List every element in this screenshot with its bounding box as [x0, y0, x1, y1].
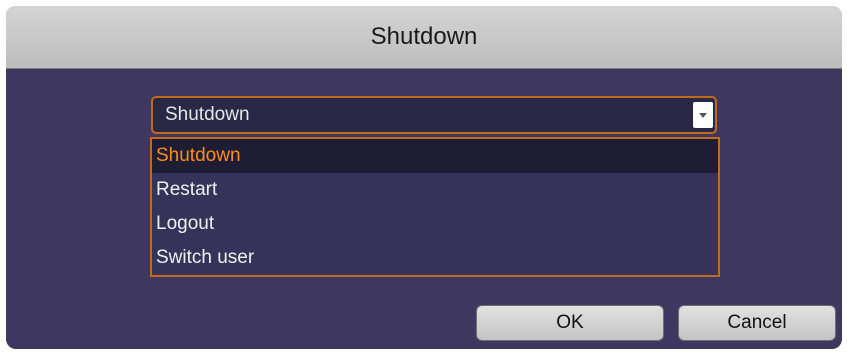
chevron-down-icon[interactable]	[693, 102, 713, 128]
cancel-button[interactable]: Cancel	[678, 305, 836, 341]
select-current-value: Shutdown	[165, 104, 250, 125]
shutdown-mode-select[interactable]: Shutdown	[151, 96, 717, 134]
option-restart[interactable]: Restart	[152, 173, 718, 207]
ok-button[interactable]: OK	[476, 305, 664, 341]
option-switch-user[interactable]: Switch user	[152, 241, 718, 275]
shutdown-dialog: Shutdown Shutdown Shutdown Restart Logou…	[6, 6, 842, 349]
dialog-title: Shutdown	[370, 23, 478, 50]
shutdown-mode-dropdown-list: Shutdown Restart Logout Switch user	[150, 137, 720, 277]
option-shutdown[interactable]: Shutdown	[152, 139, 718, 173]
dialog-titlebar[interactable]: Shutdown	[6, 6, 842, 69]
option-logout[interactable]: Logout	[152, 207, 718, 241]
